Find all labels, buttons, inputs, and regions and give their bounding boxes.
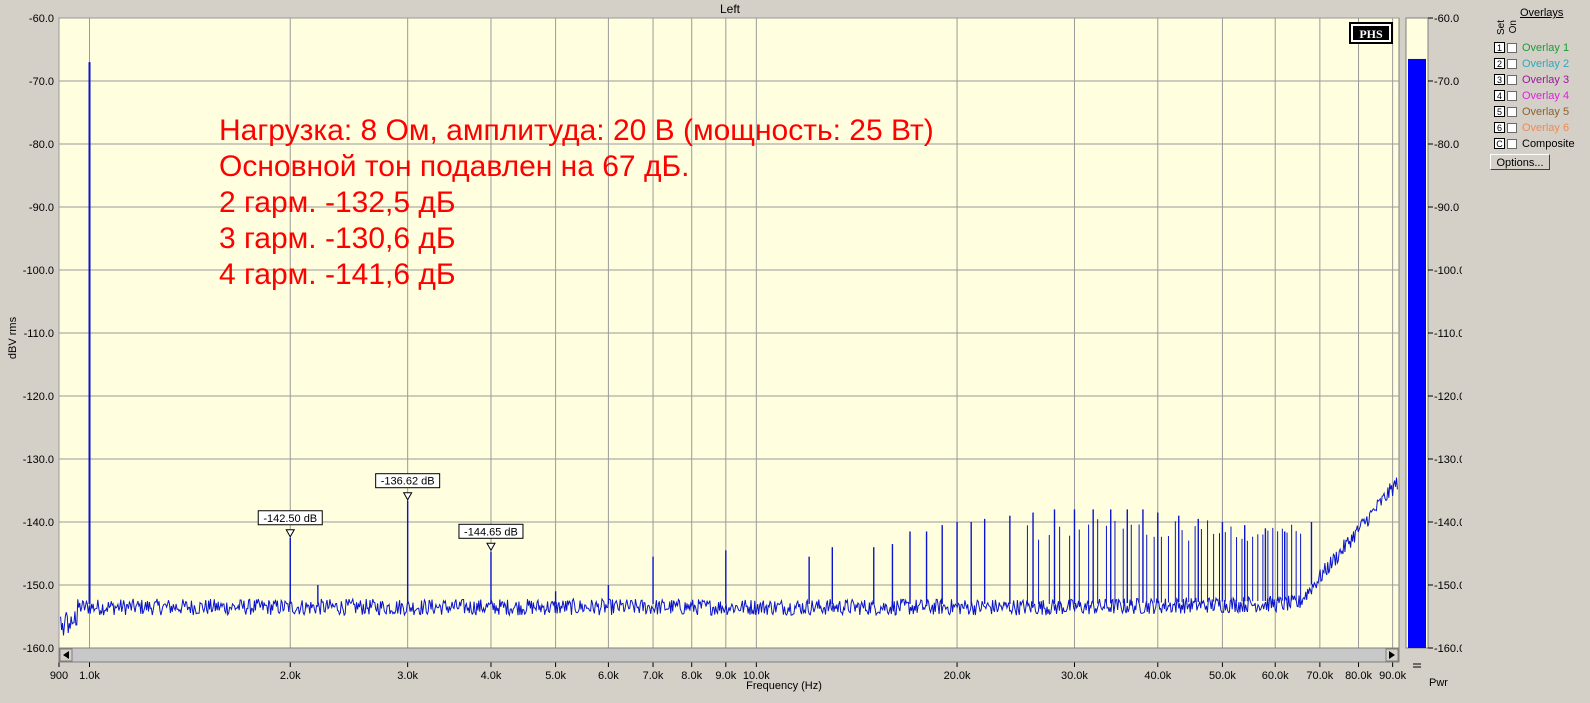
overlay-row: 3 Overlay 3 [1494,72,1569,87]
y-axis-label: dBV rms [7,316,19,359]
x-tick-label: 80.0k [1345,670,1372,682]
phs-logo-text: PHS [1359,27,1383,41]
x-tick-label: 50.0k [1209,670,1236,682]
x-tick-label: 900 [50,670,68,682]
annotation-line: Основной тон подавлен на 67 дБ. [219,150,689,183]
overlay-row: 5 Overlay 5 [1494,104,1569,119]
annotation-line: 2 гарм. -132,5 дБ [219,186,456,219]
y-axis-tick-labels: -60.0 -70.0 -80.0 -90.0 -100.0 -110.0 -120.0 -1… [23,13,54,655]
x-tick-label: 8.0k [681,670,702,682]
pwr-label: Pwr [1429,677,1448,689]
overlay-set-button[interactable]: C [1494,138,1505,149]
x-tick-label: 3.0k [397,670,418,682]
y-tick-label: -160.0 [23,643,54,655]
y-tick-label: -120.0 [23,391,54,403]
y-tick-label: -100.0 [23,265,54,277]
marker-label: -136.62 dB [381,476,435,488]
x-tick-label: 20.0k [944,670,971,682]
x-tick-label: 2.0k [280,670,301,682]
overlay-label: Composite [1522,137,1575,150]
annotation-line: 3 гарм. -130,6 дБ [219,222,456,255]
overlay-on-checkbox[interactable] [1507,74,1517,85]
pwr-tick-label: -100.0 [1434,265,1462,277]
options-button[interactable]: Options... [1490,154,1550,170]
overlay-label: Overlay 4 [1522,89,1570,102]
pwr-tick-label: -110.0 [1434,328,1462,340]
y-tick-label: -60.0 [29,13,54,25]
pwr-tick-label: -70.0 [1434,76,1459,88]
y-tick-label: -110.0 [24,328,54,340]
pwr-tick-label: -80.0 [1434,139,1459,151]
overlay-on-checkbox[interactable] [1507,106,1517,117]
overlay-label: Overlay 2 [1522,57,1570,70]
overlay-label: Overlay 1 [1522,41,1570,54]
pwr-tick-label: -90.0 [1434,202,1459,214]
pwr-tick-label: -60.0 [1434,13,1459,25]
overlay-set-button[interactable]: 4 [1494,90,1505,101]
overlay-set-button[interactable]: 1 [1494,42,1505,53]
marker-label: -142.50 dB [263,513,317,525]
overlay-set-button[interactable]: 3 [1494,74,1505,85]
x-tick-label: 90.0k [1379,670,1406,682]
spectrum-chart: -60.0 -70.0 -80.0 -90.0 -100.0 -110.0 -120.0 -1… [7,13,1462,692]
overlay-on-checkbox[interactable] [1507,138,1517,149]
x-tick-label: 60.0k [1262,670,1289,682]
overlay-on-checkbox[interactable] [1507,122,1517,133]
y-tick-label: -130.0 [23,454,54,466]
overlay-set-button[interactable]: 2 [1494,58,1505,69]
overlay-label: Overlay 6 [1522,121,1570,134]
overlay-on-checkbox[interactable] [1507,58,1517,69]
overlay-on-checkbox[interactable] [1507,42,1517,53]
x-tick-label: 9.0k [715,670,736,682]
overlay-row: 2 Overlay 2 [1494,56,1569,71]
marker-label: -144.65 dB [464,526,518,538]
x-tick-label: 4.0k [481,670,502,682]
pwr-tick-label: -160.0 [1434,643,1462,655]
pwr-meter [1405,17,1429,649]
overlay-set-button[interactable]: 6 [1494,122,1505,133]
pwr-level-bar [1408,58,1426,648]
pwr-tick-label: -140.0 [1434,517,1462,529]
y-tick-label: -150.0 [23,580,54,592]
x-tick-label: 40.0k [1144,670,1171,682]
annotation-line: 4 гарм. -141,6 дБ [219,258,456,291]
y-tick-label: -70.0 [29,76,54,88]
overlay-set-button[interactable]: 5 [1494,106,1505,117]
y-tick-label: -90.0 [29,202,54,214]
overlays-panel: Overlays Set On 1 Overlay 1 2 Overlay 2 3 Ove… [1480,4,1590,204]
pwr-tick-label: -150.0 [1434,580,1462,592]
overlay-label: Overlay 3 [1522,73,1570,86]
x-tick-label: 30.0k [1061,670,1088,682]
set-column-header: Set [1496,20,1507,36]
x-tick-label: 5.0k [545,670,566,682]
y-tick-label: -80.0 [29,139,54,151]
on-column-header: On [1508,20,1519,34]
overlay-row: 4 Overlay 4 [1494,88,1569,103]
x-axis-label: Frequency (Hz) [746,680,822,692]
overlay-on-checkbox[interactable] [1507,90,1517,101]
x-axis-tick-labels: 900 1.0k 2.0k 3.0k 4.0k 5.0k 6.0k 7.0k 8.0k 9.0k 1… [50,662,1407,682]
x-tick-label: 7.0k [643,670,664,682]
phs-logo: PHS [1349,22,1393,44]
overlay-row: 1 Overlay 1 [1494,40,1569,55]
pwr-scale-labels: -60.0 -70.0 -80.0 -90.0 -100.0 -110.0 -120.0 -1… [1428,13,1462,655]
pwr-tick-label: -120.0 [1434,391,1462,403]
x-tick-label: 1.0k [79,670,100,682]
overlays-title: Overlays [1520,7,1564,19]
overlay-row: 6 Overlay 6 [1494,120,1569,135]
pwr-tick-label: -130.0 [1434,454,1462,466]
pwr-scroll-indicator [1413,663,1421,668]
overlay-label: Overlay 5 [1522,105,1570,118]
x-tick-label: 6.0k [598,670,619,682]
overlay-row: C Composite [1494,136,1575,151]
y-tick-label: -140.0 [23,517,54,529]
x-tick-label: 70.0k [1306,670,1333,682]
horizontal-scrollbar[interactable] [58,647,1400,663]
annotation-line: Нагрузка: 8 Ом, амплитуда: 20 В (мощност… [219,114,934,147]
